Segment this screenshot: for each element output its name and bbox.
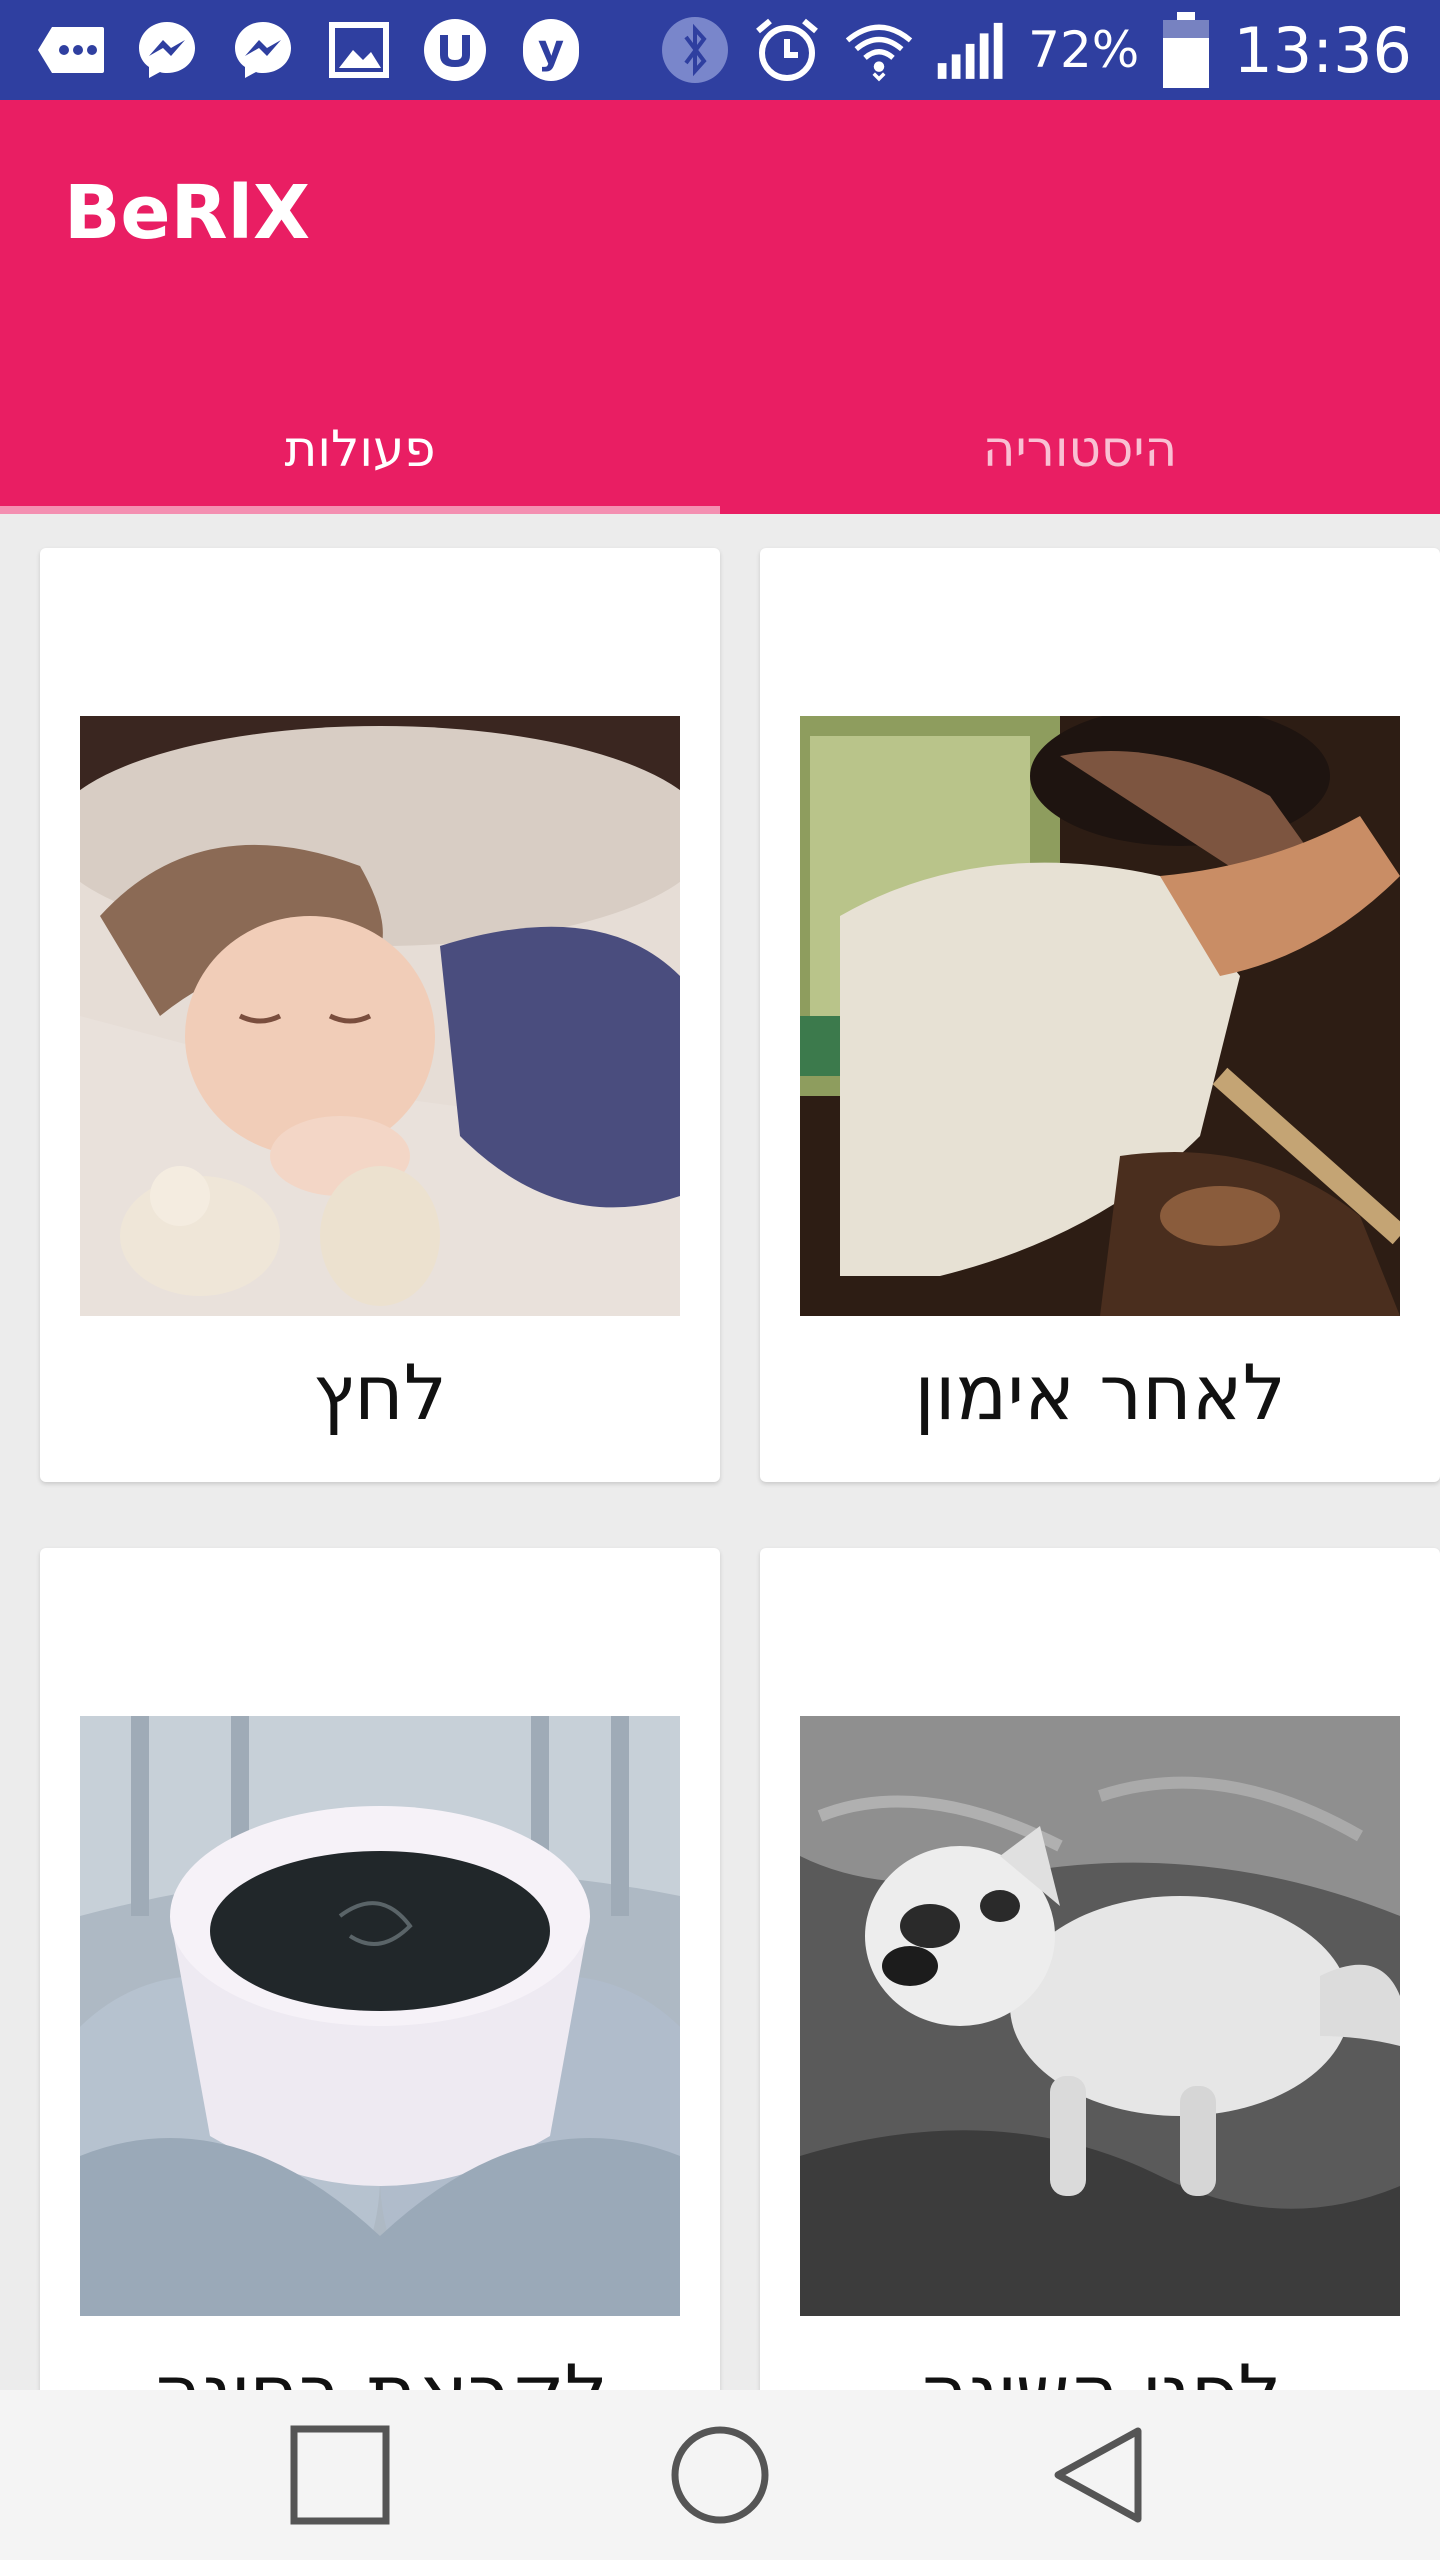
sleeping-child-image xyxy=(80,716,680,1316)
app-title: BeRlX xyxy=(64,170,310,256)
signal-icon xyxy=(936,15,1006,85)
clock: 13:36 xyxy=(1233,13,1412,87)
utorrent-icon xyxy=(420,15,490,85)
sleeping-man-image xyxy=(800,716,1400,1316)
home-button[interactable] xyxy=(620,2390,820,2560)
back-button[interactable] xyxy=(1000,2390,1200,2560)
circle-icon xyxy=(671,2426,769,2524)
battery-percentage: 72% xyxy=(1028,21,1140,79)
yandex-icon: y xyxy=(516,15,586,85)
wifi-icon xyxy=(844,15,914,85)
sleeping-bulldog-image xyxy=(800,1716,1400,2316)
alarm-icon xyxy=(752,15,822,85)
actions-grid: לחץ לאחר אימון xyxy=(0,514,1440,2390)
tab-bar: פעולות היסטוריה xyxy=(0,400,1440,514)
bluetooth-icon xyxy=(660,15,730,85)
recents-button[interactable] xyxy=(240,2390,440,2560)
battery-icon xyxy=(1161,12,1211,88)
card-label: לפני השינה xyxy=(760,2348,1440,2390)
square-icon xyxy=(290,2425,390,2525)
navigation-bar xyxy=(0,2390,1440,2560)
notification-icons: y xyxy=(36,0,586,100)
action-card-before-sleep[interactable]: לפני השינה xyxy=(760,1548,1440,2390)
tab-indicator xyxy=(0,506,720,514)
card-label: לקראת בחינה xyxy=(40,2348,720,2390)
gallery-icon xyxy=(324,15,394,85)
more-notifications-icon xyxy=(36,15,106,85)
tab-history[interactable]: היסטוריה xyxy=(720,400,1440,514)
tab-actions[interactable]: פעולות xyxy=(0,400,720,514)
card-label: לחץ xyxy=(313,1348,447,1437)
card-label: לאחר אימון xyxy=(914,1348,1286,1437)
status-bar: y 72% 13:36 xyxy=(0,0,1440,100)
coffee-cup-image xyxy=(80,1716,680,2316)
messenger-icon xyxy=(228,15,298,85)
action-card-stress[interactable]: לחץ xyxy=(40,548,720,1482)
messenger-icon xyxy=(132,15,202,85)
app-bar: BeRlX פעולות היסטוריה xyxy=(0,100,1440,514)
back-triangle-icon xyxy=(1054,2427,1142,2523)
system-icons: 72% 13:36 xyxy=(660,0,1412,100)
svg-text:y: y xyxy=(538,27,564,73)
action-card-exam[interactable]: לקראת בחינה xyxy=(40,1548,720,2390)
action-card-after-workout[interactable]: לאחר אימון xyxy=(760,548,1440,1482)
